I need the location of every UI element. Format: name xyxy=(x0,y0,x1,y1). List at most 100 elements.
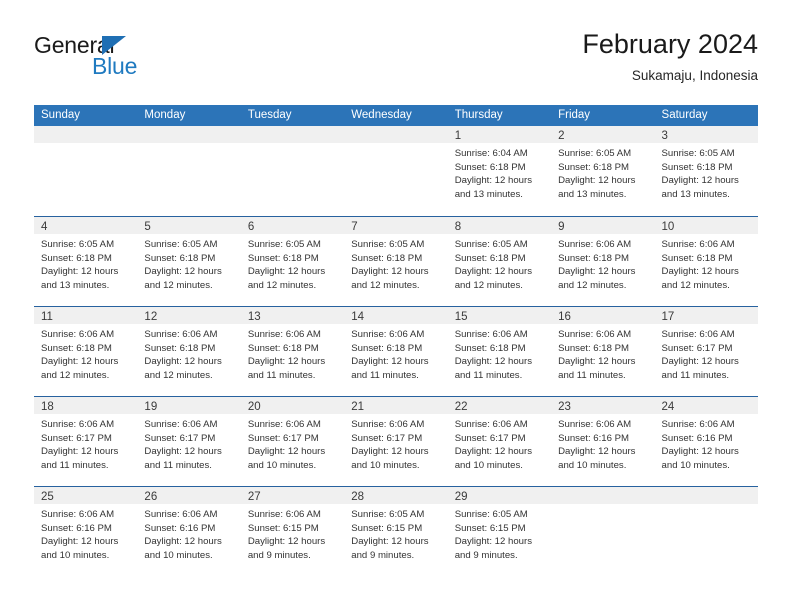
calendar-day-cell[interactable]: 2 Sunrise: 6:05 AM Sunset: 6:18 PM Daylight… xyxy=(551,126,655,216)
day-number-band: 17 xyxy=(654,307,758,324)
day-sun-info: Sunrise: 6:06 AM Sunset: 6:17 PM Daylight:… xyxy=(448,414,551,472)
calendar-day-cell[interactable]: 25 Sunrise: 6:06 AM Sunset: 6:16 PM Dayligh… xyxy=(34,487,138,576)
day-sun-info: Sunrise: 6:06 AM Sunset: 6:18 PM Daylight:… xyxy=(551,234,654,292)
day-number-band: 3 xyxy=(654,126,758,143)
day-info-line: Daylight: 12 hours xyxy=(454,536,533,548)
day-info-line: Daylight: 12 hours xyxy=(247,446,326,458)
day-info-line: Sunrise: 6:04 AM xyxy=(454,148,528,159)
calendar-day-cell[interactable]: 12 Sunrise: 6:06 AM Sunset: 6:18 PM Dayligh… xyxy=(137,307,241,396)
weekday-header-sunday: Sunday xyxy=(41,109,81,121)
calendar-week-row: 1 Sunrise: 6:04 AM Sunset: 6:18 PM Daylight… xyxy=(34,126,758,216)
calendar-day-cell[interactable]: 9 Sunrise: 6:06 AM Sunset: 6:18 PM Daylight… xyxy=(551,217,655,306)
calendar-day-cell[interactable]: 17 Sunrise: 6:06 AM Sunset: 6:17 PM Dayligh… xyxy=(654,307,758,396)
day-info-line: and 10 minutes. xyxy=(558,459,627,471)
day-number-band: 2 xyxy=(551,126,655,143)
calendar-day-cell[interactable]: 11 Sunrise: 6:06 AM Sunset: 6:18 PM Dayligh… xyxy=(34,307,138,396)
day-info-line: and 10 minutes. xyxy=(661,459,730,471)
calendar-day-cell[interactable]: 26 Sunrise: 6:06 AM Sunset: 6:16 PM Dayligh… xyxy=(137,487,241,576)
day-info-line: and 13 minutes. xyxy=(454,188,523,200)
day-info-line: and 9 minutes. xyxy=(351,549,415,561)
day-info-line: Sunset: 6:17 PM xyxy=(247,432,319,444)
day-info-line: and 11 minutes. xyxy=(351,369,419,381)
calendar-day-cell[interactable]: 3 Sunrise: 6:05 AM Sunset: 6:18 PM Daylight… xyxy=(654,126,758,216)
calendar-day-cell[interactable]: 7 Sunrise: 6:05 AM Sunset: 6:18 PM Daylight… xyxy=(344,217,448,306)
day-sun-info: Sunrise: 6:06 AM Sunset: 6:16 PM Daylight:… xyxy=(137,504,240,562)
day-info-line: Sunrise: 6:06 AM xyxy=(41,419,115,430)
day-number-band: 13 xyxy=(240,307,345,324)
day-info-line: Sunset: 6:16 PM xyxy=(144,522,216,534)
day-number-band xyxy=(137,126,241,143)
day-info-line: Sunrise: 6:06 AM xyxy=(41,329,115,340)
day-number-band xyxy=(240,126,345,143)
day-sun-info: Sunrise: 6:06 AM Sunset: 6:18 PM Daylight:… xyxy=(34,324,137,382)
day-info-line: Daylight: 12 hours xyxy=(558,266,636,278)
calendar-body: 1 Sunrise: 6:04 AM Sunset: 6:18 PM Daylight… xyxy=(34,126,758,576)
calendar-day-cell[interactable]: 13 Sunrise: 6:06 AM Sunset: 6:18 PM Dayligh… xyxy=(240,307,345,396)
title-block: February 2024 Sukamaju, Indonesia xyxy=(582,28,758,86)
page-header: General Blue February 2024 Sukamaju, Ind… xyxy=(34,28,758,96)
day-info-line: and 12 minutes. xyxy=(454,279,523,291)
calendar-page: General Blue February 2024 Sukamaju, Ind… xyxy=(0,0,792,612)
weekday-header-friday: Friday xyxy=(558,109,591,121)
calendar-week-row: 18 Sunrise: 6:06 AM Sunset: 6:17 PM Dayligh… xyxy=(34,396,758,486)
calendar-day-cell[interactable]: 21 Sunrise: 6:06 AM Sunset: 6:17 PM Dayligh… xyxy=(344,397,448,486)
day-info-line: Sunrise: 6:05 AM xyxy=(558,148,632,159)
day-sun-info: Sunrise: 6:05 AM Sunset: 6:18 PM Daylight:… xyxy=(241,234,344,292)
calendar-day-cell[interactable]: 19 Sunrise: 6:06 AM Sunset: 6:17 PM Dayligh… xyxy=(137,397,241,486)
calendar-day-cell[interactable]: 18 Sunrise: 6:06 AM Sunset: 6:17 PM Dayligh… xyxy=(34,397,138,486)
calendar-day-cell[interactable]: 5 Sunrise: 6:05 AM Sunset: 6:18 PM Daylight… xyxy=(137,217,241,306)
day-sun-info: Sunrise: 6:05 AM Sunset: 6:18 PM Daylight:… xyxy=(34,234,137,292)
day-number: 24 xyxy=(661,401,675,413)
day-info-line: Sunrise: 6:06 AM xyxy=(247,329,321,340)
day-info-line: Sunrise: 6:05 AM xyxy=(661,148,735,159)
day-number-band: 12 xyxy=(137,307,241,324)
calendar-day-cell[interactable]: 23 Sunrise: 6:06 AM Sunset: 6:16 PM Dayligh… xyxy=(551,397,655,486)
day-sun-info: Sunrise: 6:06 AM Sunset: 6:18 PM Daylight:… xyxy=(448,324,551,382)
day-info-line: Sunset: 6:17 PM xyxy=(351,432,423,444)
day-info-line: Sunset: 6:18 PM xyxy=(454,252,526,264)
calendar-day-cell[interactable]: 29 Sunrise: 6:05 AM Sunset: 6:15 PM Dayligh… xyxy=(447,487,552,576)
day-number: 23 xyxy=(558,401,571,413)
calendar-day-cell[interactable]: 15 Sunrise: 6:06 AM Sunset: 6:18 PM Dayligh… xyxy=(447,307,552,396)
weekday-header-row: Sunday Monday Tuesday Wednesday Thursday Frid… xyxy=(34,105,758,126)
day-sun-info: Sunrise: 6:06 AM Sunset: 6:18 PM Daylight:… xyxy=(241,324,344,382)
day-info-line: Sunset: 6:18 PM xyxy=(351,342,423,354)
day-number-band xyxy=(344,126,448,143)
calendar-day-cell[interactable]: 14 Sunrise: 6:06 AM Sunset: 6:18 PM Dayligh… xyxy=(344,307,448,396)
day-info-line: Sunset: 6:17 PM xyxy=(41,432,112,444)
day-number: 3 xyxy=(661,130,668,142)
day-info-line: and 12 minutes. xyxy=(144,279,213,291)
day-sun-info: Sunrise: 6:05 AM Sunset: 6:15 PM Daylight:… xyxy=(448,504,551,562)
general-blue-logo[interactable]: General Blue xyxy=(34,32,264,94)
day-info-line: Daylight: 12 hours xyxy=(247,356,326,368)
day-info-line: Sunrise: 6:06 AM xyxy=(661,419,735,430)
calendar-day-cell[interactable]: 28 Sunrise: 6:05 AM Sunset: 6:15 PM Dayligh… xyxy=(344,487,448,576)
day-info-line: Sunset: 6:16 PM xyxy=(661,432,733,444)
day-info-line: Daylight: 12 hours xyxy=(454,446,533,458)
day-sun-info: Sunrise: 6:05 AM Sunset: 6:18 PM Daylight:… xyxy=(655,143,758,201)
day-number-band: 4 xyxy=(34,217,138,234)
day-info-line: and 12 minutes. xyxy=(144,369,213,381)
day-sun-info: Sunrise: 6:05 AM Sunset: 6:15 PM Daylight:… xyxy=(344,504,447,562)
calendar-day-cell[interactable]: 1 Sunrise: 6:04 AM Sunset: 6:18 PM Daylight… xyxy=(447,126,552,216)
day-number: 21 xyxy=(351,401,365,413)
calendar-day-cell-empty xyxy=(654,487,758,576)
calendar-day-cell[interactable]: 8 Sunrise: 6:05 AM Sunset: 6:18 PM Daylight… xyxy=(447,217,552,306)
day-sun-info: Sunrise: 6:06 AM Sunset: 6:17 PM Daylight:… xyxy=(34,414,137,472)
calendar-day-cell[interactable]: 4 Sunrise: 6:05 AM Sunset: 6:18 PM Daylight… xyxy=(34,217,138,306)
day-number-band: 22 xyxy=(447,397,552,414)
day-info-line: and 11 minutes. xyxy=(247,369,316,381)
day-number-band: 20 xyxy=(240,397,345,414)
day-info-line: and 10 minutes. xyxy=(454,459,523,471)
calendar-day-cell[interactable]: 27 Sunrise: 6:06 AM Sunset: 6:15 PM Dayligh… xyxy=(240,487,345,576)
calendar-day-cell[interactable]: 22 Sunrise: 6:06 AM Sunset: 6:17 PM Dayligh… xyxy=(447,397,552,486)
calendar-day-cell[interactable]: 16 Sunrise: 6:06 AM Sunset: 6:18 PM Dayligh… xyxy=(551,307,655,396)
day-info-line: Daylight: 12 hours xyxy=(661,356,739,368)
day-info-line: and 11 minutes. xyxy=(661,369,730,381)
calendar-day-cell[interactable]: 24 Sunrise: 6:06 AM Sunset: 6:16 PM Dayligh… xyxy=(654,397,758,486)
calendar-day-cell[interactable]: 10 Sunrise: 6:06 AM Sunset: 6:18 PM Dayligh… xyxy=(654,217,758,306)
day-number-band: 11 xyxy=(34,307,138,324)
calendar-day-cell[interactable]: 6 Sunrise: 6:05 AM Sunset: 6:18 PM Daylight… xyxy=(240,217,345,306)
day-number-band: 18 xyxy=(34,397,138,414)
calendar-day-cell[interactable]: 20 Sunrise: 6:06 AM Sunset: 6:17 PM Dayligh… xyxy=(240,397,345,486)
